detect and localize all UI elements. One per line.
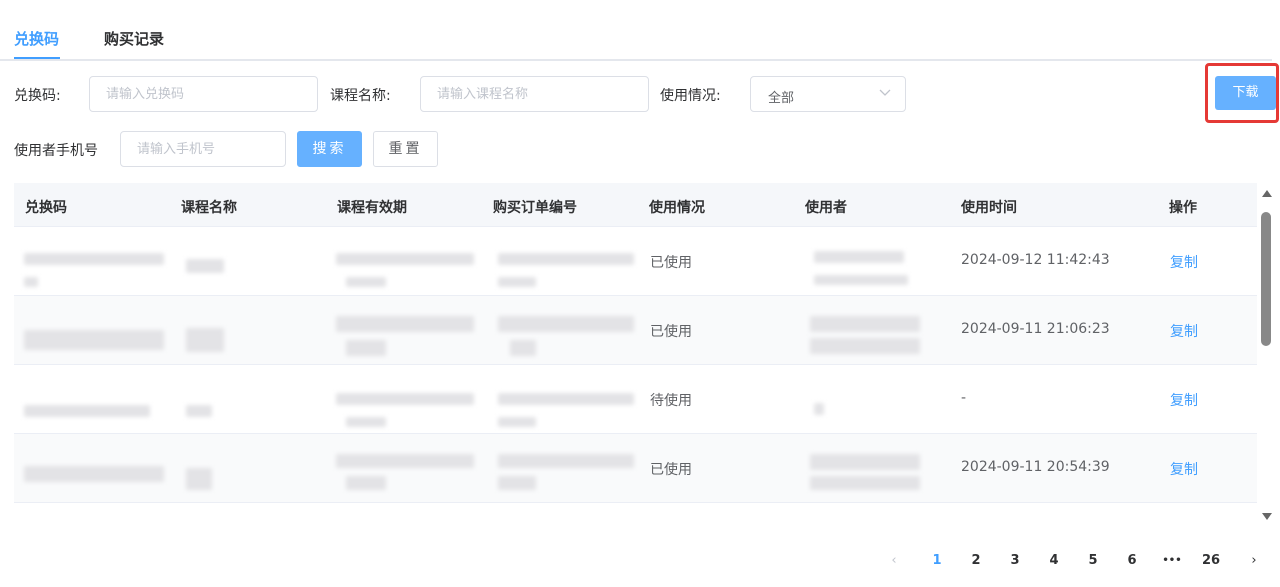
prev-page-icon[interactable]: ‹ xyxy=(882,553,906,568)
page-4[interactable]: 4 xyxy=(1042,553,1066,568)
redacted-user xyxy=(814,403,824,415)
redacted-user xyxy=(810,454,920,470)
search-button[interactable]: 搜索 xyxy=(297,131,362,167)
redacted-course-name xyxy=(186,468,212,490)
status-text: 待使用 xyxy=(650,393,692,409)
header-code: 兑换码 xyxy=(25,200,67,216)
page-3[interactable]: 3 xyxy=(1003,553,1027,568)
redacted-validity xyxy=(336,316,474,332)
redacted-validity xyxy=(346,277,386,287)
redacted-order-number xyxy=(498,277,536,287)
status-text: 已使用 xyxy=(650,324,692,340)
phone-filter-label: 使用者手机号 xyxy=(14,143,98,159)
redacted-order-number xyxy=(498,476,536,490)
scroll-thumb[interactable] xyxy=(1261,212,1271,346)
redacted-course-name xyxy=(186,328,224,352)
redacted-code xyxy=(24,466,164,482)
table-row xyxy=(14,503,1257,523)
download-button[interactable]: 下载 xyxy=(1215,76,1276,110)
redacted-code xyxy=(24,277,38,287)
chevron-down-icon xyxy=(879,89,891,96)
active-tab-indicator xyxy=(14,57,60,59)
page-1[interactable]: 1 xyxy=(925,553,949,568)
redeem-code-table: 兑换码 课程名称 课程有效期 购买订单编号 使用情况 使用者 使用时间 操作 已… xyxy=(14,183,1257,523)
redacted-user xyxy=(810,316,920,332)
redacted-validity xyxy=(336,393,474,405)
status-text: 已使用 xyxy=(650,255,692,271)
page-6[interactable]: 6 xyxy=(1120,553,1144,568)
header-order-number: 购买订单编号 xyxy=(493,200,577,216)
redacted-order-number xyxy=(498,393,634,405)
header-course-name: 课程名称 xyxy=(181,200,237,216)
header-user: 使用者 xyxy=(805,200,847,216)
header-action: 操作 xyxy=(1169,200,1197,216)
table-header: 兑换码 课程名称 课程有效期 购买订单编号 使用情况 使用者 使用时间 操作 xyxy=(14,183,1257,227)
redacted-validity xyxy=(346,476,386,490)
table-row: 已使用 2024-09-11 21:06:23 复制 xyxy=(14,296,1257,365)
use-time: - xyxy=(961,390,967,406)
table-row: 待使用 - 复制 xyxy=(14,365,1257,434)
header-usage-status: 使用情况 xyxy=(649,200,705,216)
copy-link[interactable]: 复制 xyxy=(1170,459,1198,479)
redacted-order-number xyxy=(498,253,634,265)
usage-select-value: 全部 xyxy=(768,91,795,106)
copy-link[interactable]: 复制 xyxy=(1170,390,1198,410)
tab-redeem-code[interactable]: 兑换码 xyxy=(14,28,59,49)
usage-select[interactable]: 全部 xyxy=(750,76,906,112)
redacted-course-name xyxy=(186,259,224,273)
pagination: ‹ 1 2 3 4 5 6 ••• 26 › xyxy=(0,553,1280,573)
status-text: 已使用 xyxy=(650,462,692,478)
header-course-validity: 课程有效期 xyxy=(337,200,407,216)
redacted-validity xyxy=(336,454,474,468)
usage-filter-label: 使用情况: xyxy=(660,88,721,104)
redacted-validity xyxy=(346,340,386,356)
tab-purchase-records[interactable]: 购买记录 xyxy=(104,28,164,49)
page-2[interactable]: 2 xyxy=(964,553,988,568)
page-5[interactable]: 5 xyxy=(1081,553,1105,568)
redacted-order-number xyxy=(498,454,634,468)
redacted-order-number xyxy=(510,340,536,356)
next-page-icon[interactable]: › xyxy=(1242,553,1266,568)
copy-link[interactable]: 复制 xyxy=(1170,321,1198,341)
redacted-code xyxy=(24,253,164,265)
redacted-validity xyxy=(336,253,474,265)
use-time: 2024-09-11 21:06:23 xyxy=(961,321,1110,337)
table-row: 已使用 2024-09-11 20:54:39 复制 xyxy=(14,434,1257,503)
redacted-code xyxy=(24,405,150,417)
course-search-input[interactable] xyxy=(420,76,649,112)
page-last[interactable]: 26 xyxy=(1199,553,1223,568)
tab-bar: 兑换码 购买记录 xyxy=(0,0,1272,61)
more-pages-ellipsis[interactable]: ••• xyxy=(1160,555,1184,566)
use-time: 2024-09-11 20:54:39 xyxy=(961,459,1110,475)
redacted-user xyxy=(814,275,908,285)
copy-link[interactable]: 复制 xyxy=(1170,252,1198,272)
redacted-user xyxy=(810,476,920,490)
table-scrollbar[interactable] xyxy=(1260,190,1274,520)
phone-search-input[interactable] xyxy=(120,131,286,167)
scroll-down-arrow-icon[interactable] xyxy=(1262,513,1272,520)
redacted-validity xyxy=(346,417,386,427)
redacted-user xyxy=(810,338,920,354)
reset-button[interactable]: 重置 xyxy=(373,131,438,167)
redacted-user xyxy=(814,251,904,263)
redacted-order-number xyxy=(498,417,536,427)
code-search-input[interactable] xyxy=(89,76,318,112)
scroll-up-arrow-icon[interactable] xyxy=(1262,190,1272,197)
header-use-time: 使用时间 xyxy=(961,200,1017,216)
course-filter-label: 课程名称: xyxy=(330,88,391,104)
redacted-order-number xyxy=(498,316,634,332)
code-filter-label: 兑换码: xyxy=(14,88,61,104)
use-time: 2024-09-12 11:42:43 xyxy=(961,252,1110,268)
redacted-course-name xyxy=(186,405,212,417)
table-row: 已使用 2024-09-12 11:42:43 复制 xyxy=(14,227,1257,296)
redacted-code xyxy=(24,330,164,350)
